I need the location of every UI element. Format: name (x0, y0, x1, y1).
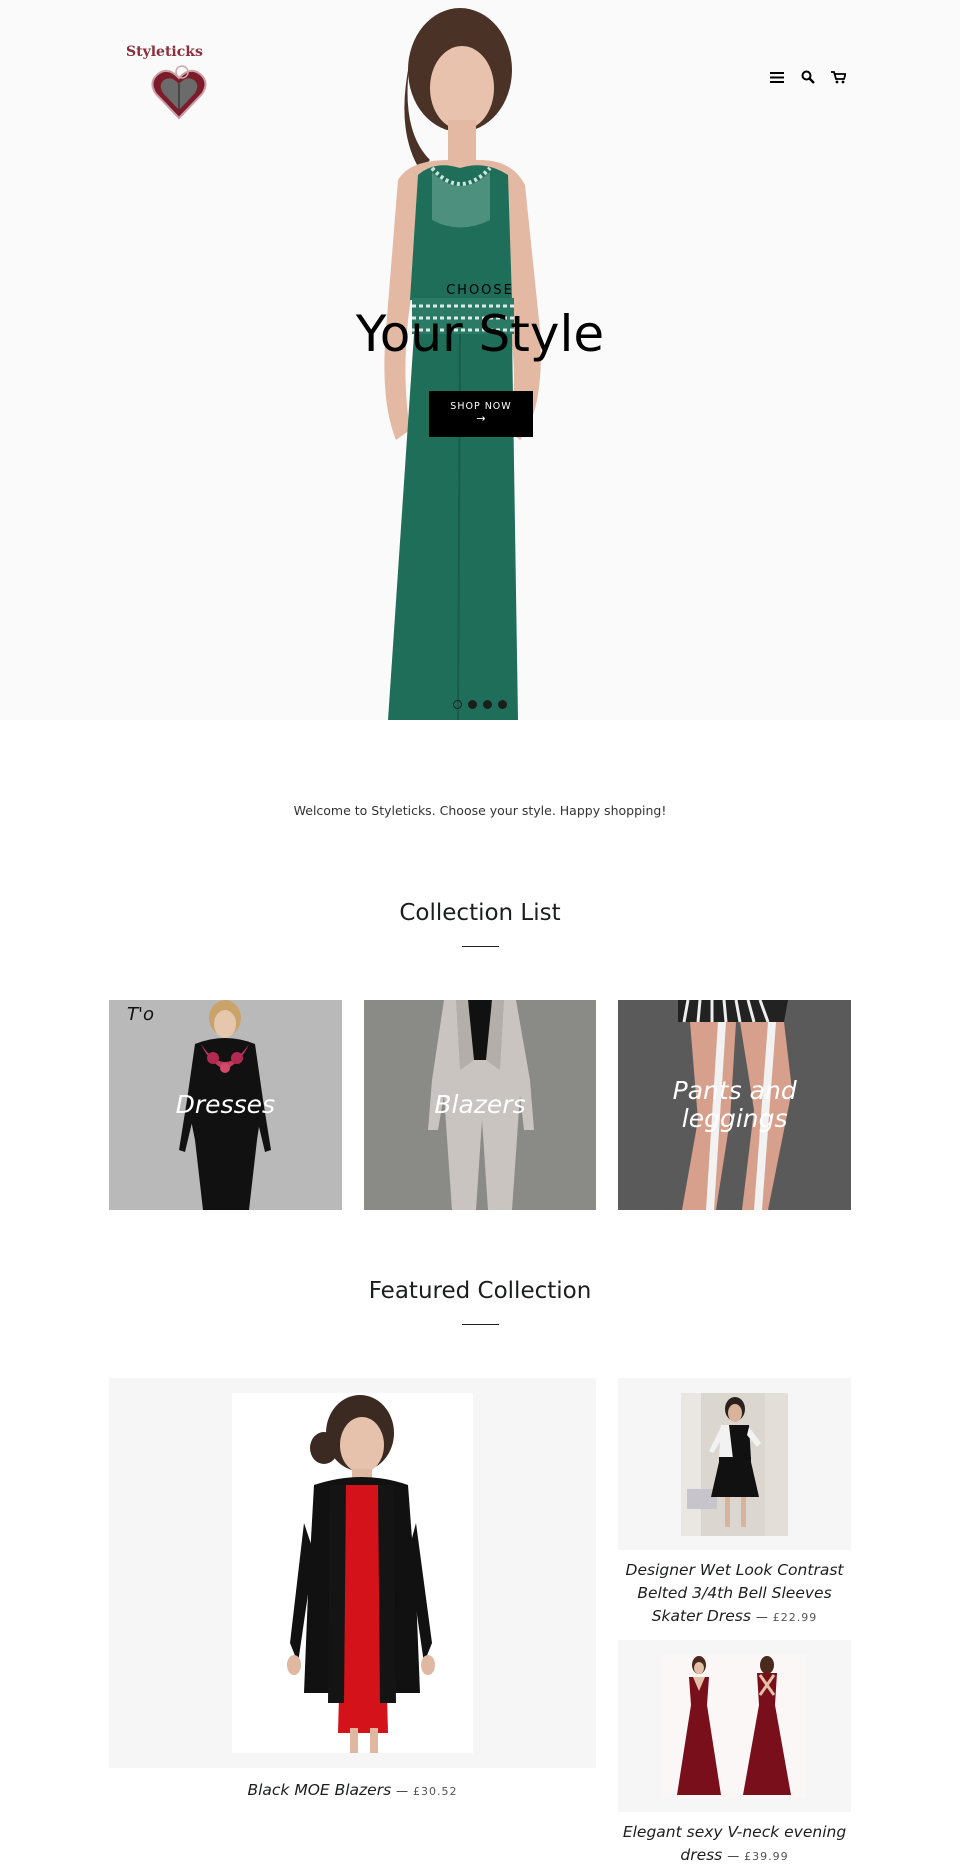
product-card-skater-dress[interactable] (618, 1378, 851, 1550)
hero-caption: CHOOSE Your Style (330, 283, 630, 364)
evening-dress-image (677, 1656, 791, 1795)
slideshow-pagination (453, 700, 507, 709)
price-separator: — (727, 1849, 740, 1863)
featured-collection-title: Featured Collection (368, 1278, 592, 1304)
slide-dot-2[interactable] (468, 700, 477, 709)
collection-title-blazers: Blazers (434, 1090, 526, 1119)
header-actions (768, 66, 848, 88)
welcome-text: Welcome to Styleticks. Choose your style… (293, 803, 667, 818)
shop-now-label: SHOP NOW (450, 401, 512, 412)
product-image (663, 1655, 806, 1798)
slide-dot-3[interactable] (483, 700, 492, 709)
logo-text: Styleticks (126, 44, 203, 60)
product-card-black-moe-blazers[interactable] (109, 1378, 596, 1768)
collection-list-divider (462, 946, 499, 947)
collection-title-dresses: Dresses (175, 1090, 276, 1119)
hero-kicker: CHOOSE (446, 283, 514, 298)
product-caption-black-moe-blazers[interactable]: Black MOE Blazers — £30.52 (109, 1779, 596, 1803)
product-name: Black MOE Blazers (247, 1781, 392, 1799)
cart-icon[interactable] (829, 67, 848, 87)
collection-card-dresses[interactable]: T'o Dresses (109, 1000, 342, 1210)
collection-title-pants: Pants and leggings (672, 1076, 797, 1133)
menu-icon[interactable] (768, 67, 787, 87)
shop-now-button[interactable]: SHOP NOW → (429, 391, 533, 437)
slide-dot-1[interactable] (453, 700, 462, 709)
collection-list-title: Collection List (399, 900, 561, 926)
product-caption-evening-dress[interactable]: Elegant sexy V-neck evening dress — £39.… (618, 1821, 851, 1868)
product-price: £22.99 (772, 1611, 818, 1624)
arrow-right-icon: → (476, 412, 486, 425)
slide-dot-4[interactable] (498, 700, 507, 709)
product-image (232, 1393, 473, 1753)
blazer-model-image (287, 1395, 435, 1753)
product-caption-skater-dress[interactable]: Designer Wet Look Contrast Belted 3/4th … (618, 1559, 851, 1629)
hero-slideshow: Styleticks CHOOSE Your Style SHOP NOW → (0, 0, 960, 720)
product-image (681, 1393, 788, 1536)
search-icon[interactable] (799, 67, 818, 87)
collection-card-pants[interactable]: Pants and leggings (618, 1000, 852, 1210)
heart-logo-icon (151, 65, 207, 120)
product-price: £39.99 (744, 1850, 789, 1863)
collection-card-blazers[interactable]: Blazers (363, 1000, 597, 1210)
price-separator: — (396, 1784, 409, 1798)
product-card-evening-dress[interactable] (618, 1640, 851, 1812)
price-separator: — (755, 1610, 768, 1624)
product-price: £30.52 (413, 1785, 458, 1798)
collection-grid: T'o Dresses Blazers Pants and leggings (109, 1000, 852, 1210)
store-logo[interactable]: Styleticks (126, 44, 216, 122)
skater-dress-image (681, 1393, 788, 1536)
hero-title: Your Style (355, 305, 605, 363)
featured-collection-divider (462, 1324, 499, 1325)
